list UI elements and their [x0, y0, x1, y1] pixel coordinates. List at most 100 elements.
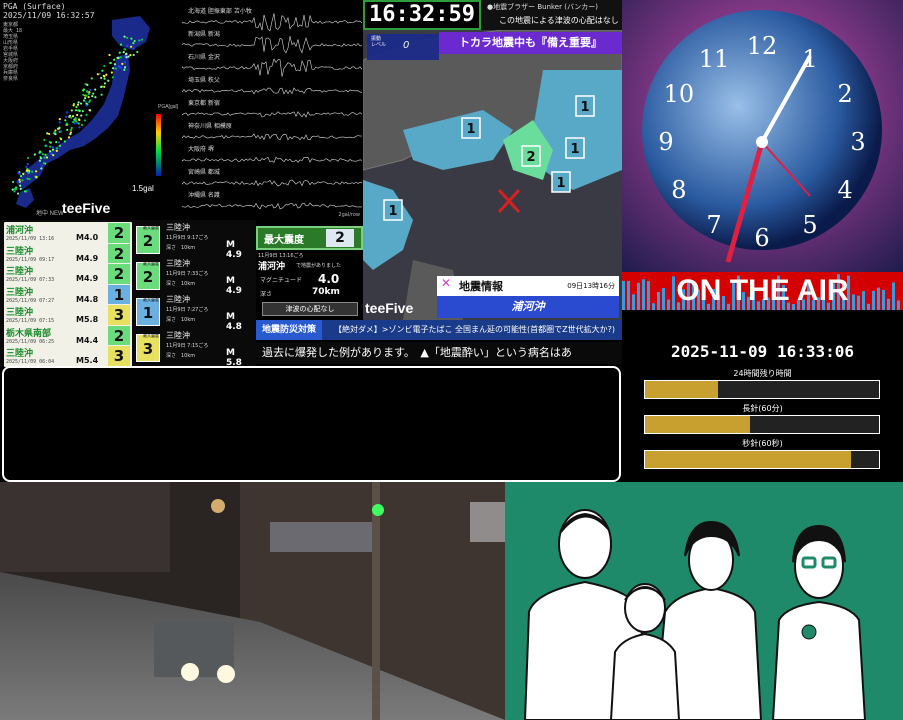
pga-dot — [44, 153, 47, 156]
pga-dot — [126, 44, 129, 47]
pga-dot — [40, 167, 43, 170]
pga-dot — [103, 77, 106, 80]
earthquake-detail-item[interactable]: 最大震度 1 三陸沖 11月9日 7:27ごろ 深さ 10km M 4.8 — [134, 294, 254, 332]
digital-clock: 16:32:59 — [363, 0, 481, 30]
earthquake-history-item[interactable]: 三陸沖 2025/11/09 09:17 M4.9 2 — [4, 242, 132, 265]
pga-dot — [35, 170, 38, 173]
ticker-text: 【絶対ダメ】>ゾンビ電子たばこ 全国まん延の可能性(首都圏でZ世代拡大か?) — [334, 325, 615, 334]
pga-dot — [123, 66, 127, 69]
latest-mag: 4.0 — [318, 272, 340, 286]
max-intensity-value: 2 — [326, 229, 354, 247]
pga-dot — [49, 150, 52, 153]
detail-intensity: 1 — [142, 304, 154, 322]
pga-dot — [87, 95, 90, 99]
earthquake-detail-item[interactable]: 最大震度 2 三陸沖 11月9日 7:33ごろ 深さ 10km M 4.9 — [134, 258, 254, 296]
detail-magnitude: M 5.8 — [226, 348, 242, 368]
japan-pga-map — [11, 16, 161, 208]
clock-number: 8 — [671, 176, 686, 204]
clock-number: 5 — [802, 211, 817, 239]
street-camera-image — [0, 482, 505, 720]
pga-dot — [129, 45, 133, 48]
progress-fill — [645, 451, 851, 468]
quake-intensity: 2 — [108, 243, 130, 264]
pga-dot — [51, 148, 55, 151]
pga-dot — [65, 122, 68, 125]
quake-date: 2025/11/09 06:04 — [6, 359, 55, 365]
pga-dot — [86, 90, 89, 93]
earthquake-history-item[interactable]: 浦河沖 2025/11/09 13:16 M4.0 2 — [4, 222, 132, 244]
earthquake-history-item[interactable]: 三陸沖 2025/11/09 07:33 M4.9 2 — [4, 263, 132, 285]
detail-region: 三陸沖 — [166, 295, 190, 304]
child-body — [609, 632, 681, 720]
seismograph-trace — [182, 111, 362, 118]
pga-dot — [69, 133, 72, 136]
clock-number: 10 — [664, 80, 695, 108]
detail-intensity-label: 最大震度 — [143, 225, 159, 230]
pga-dot — [27, 171, 30, 174]
pga-dot — [77, 109, 80, 112]
family-illustration — [505, 482, 903, 720]
detail-region: 三陸沖 — [166, 259, 190, 268]
news-top-line1: ●地震ブラザー Bunker (バンカー) — [487, 3, 599, 11]
earthquake-detail-item[interactable]: 最大震度 2 三陸沖 11月9日 9:17ごろ 深さ 10km M 4.9 — [134, 222, 254, 260]
pga-dot — [31, 170, 34, 173]
pga-dot — [16, 192, 20, 195]
seismograph-trace — [182, 58, 362, 77]
latest-depth-label: 深さ — [260, 291, 273, 298]
pga-dot — [45, 156, 49, 159]
detail-depth: 深さ 10km — [166, 281, 196, 287]
quake-date: 2025/11/09 09:17 — [6, 256, 55, 263]
progress-label: 秒針(60秒) — [742, 439, 783, 448]
pga-dot — [19, 174, 23, 178]
pga-dot — [70, 109, 73, 112]
pga-dot — [85, 104, 88, 107]
quake-region: 浦河沖 — [6, 226, 34, 236]
pga-dot — [15, 186, 18, 189]
quake-region: 三陸沖 — [6, 287, 34, 298]
earthquake-detail-item[interactable]: 最大震度 3 三陸沖 11月9日 7:15ごろ 深さ 10km M 5.8 — [134, 330, 254, 368]
earthquake-history-item[interactable]: 栃木県南部 2025/11/09 06:25 M4.4 2 — [4, 324, 132, 347]
pga-dot — [91, 95, 94, 98]
pga-dot — [68, 114, 72, 117]
max-intensity-label: 最大震度 — [264, 235, 304, 246]
news-ticker-top: ●地震ブラザー Bunker (バンカー) この地震による津波の心配はなし — [481, 0, 622, 30]
pga-dot — [133, 39, 136, 43]
ticker-strip-bottom: 過去に爆発した例があります。 ▲「地震酔い」という病名はあ — [256, 342, 622, 364]
svg-text:1: 1 — [570, 142, 579, 157]
pga-dot — [119, 56, 122, 59]
land-southwest-shindo1 — [363, 180, 413, 270]
earthquake-history-item[interactable]: 三陸沖 2025/11/09 07:27 M4.8 1 — [4, 283, 132, 306]
pga-dot — [117, 65, 120, 68]
pga-dot — [66, 128, 69, 131]
shake-level-box: 振動 レベル 0 — [367, 34, 439, 60]
quake-region: 三陸沖 — [6, 267, 34, 277]
earthquake-history-panel: 浦河沖 2025/11/09 13:16 M4.0 2 三陸沖 2025/11/09 09… — [0, 220, 256, 368]
pga-dot — [63, 140, 66, 143]
pga-dot — [48, 132, 51, 136]
pga-dot — [38, 150, 42, 153]
news-banner: トカラ地震中も『備え重要』 — [439, 32, 622, 54]
quake-date: 2025/11/09 07:33 — [6, 277, 55, 283]
earthquake-history-item[interactable]: 三陸沖 2025/11/09 07:15 M5.8 3 — [4, 304, 132, 326]
quake-region: 三陸沖 — [6, 308, 34, 318]
quake-date: 2025/11/09 07:27 — [6, 297, 55, 304]
pga-dot — [70, 116, 73, 119]
pga-dot — [92, 92, 95, 95]
pga-dot — [71, 115, 75, 118]
pga-dot — [11, 180, 15, 184]
pga-footer: 地中 NEW — [36, 211, 64, 217]
pga-dot — [107, 79, 110, 82]
detail-intensity: 3 — [142, 340, 154, 358]
pga-dot — [138, 39, 141, 42]
pga-dot — [127, 55, 130, 58]
headlight-left — [181, 663, 199, 681]
pga-dot — [77, 101, 80, 104]
latest-time: 11月9日 13:16ごろ — [258, 253, 304, 259]
progress-bar — [644, 450, 880, 469]
shake-level-label: 振動 レベル — [371, 36, 387, 48]
earthquake-history-item[interactable]: 三陸沖 2025/11/09 06:04 M5.4 3 — [4, 345, 132, 367]
pga-dot — [94, 96, 97, 99]
pga-dot — [94, 88, 97, 91]
announcer-badge — [801, 624, 817, 640]
pga-dot — [100, 93, 103, 96]
